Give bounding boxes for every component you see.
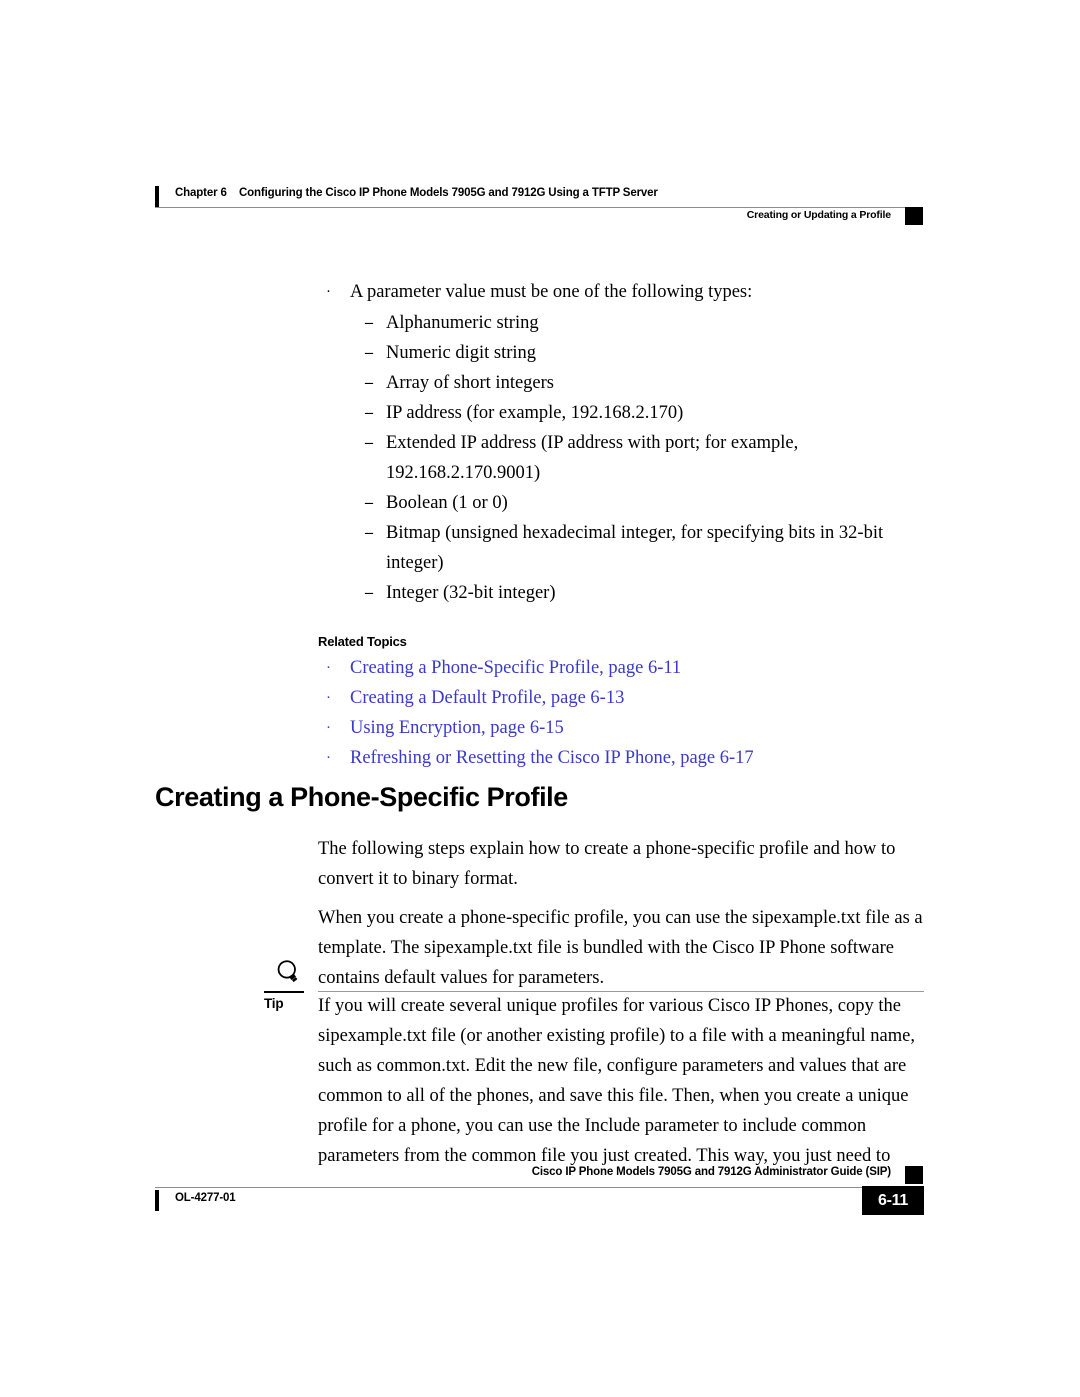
page-header: Chapter 6 Configuring the Cisco IP Phone… (155, 186, 923, 225)
lightbulb-icon (264, 958, 306, 992)
related-link-creating-default-profile[interactable]: Creating a Default Profile, page 6-13 (350, 688, 624, 708)
section-paragraph-1: The following steps explain how to creat… (318, 839, 896, 889)
list-item-text: Extended IP address (IP address with por… (386, 433, 799, 453)
list-item-text: Array of short integers (386, 373, 554, 393)
bullet-marker-icon: · (326, 660, 331, 676)
header-chapter-title: Configuring the Cisco IP Phone Models 79… (239, 187, 658, 199)
related-link-refreshing-resetting-phone[interactable]: Refreshing or Resetting the Cisco IP Pho… (350, 748, 754, 768)
dash-marker-icon: – (365, 404, 373, 421)
header-section-title: Creating or Updating a Profile (746, 209, 891, 221)
footer-document-id: OL-4277-01 (175, 1192, 236, 1204)
related-link-item[interactable]: · Refreshing or Resetting the Cisco IP P… (318, 743, 923, 773)
list-item: – Alphanumeric string (318, 308, 923, 338)
section-paragraph-2: When you create a phone-specific profile… (318, 908, 923, 988)
related-topics-heading: Related Topics (318, 634, 407, 649)
list-item-text: A parameter value must be one of the fol… (350, 282, 753, 302)
related-link-item[interactable]: · Creating a Default Profile, page 6-13 (318, 683, 923, 713)
list-item-text: Integer (32-bit integer) (386, 583, 556, 603)
list-item: – Integer (32-bit integer) (318, 578, 923, 608)
header-chapter-row: Chapter 6 Configuring the Cisco IP Phone… (155, 186, 923, 208)
dash-marker-icon: – (365, 314, 373, 331)
dash-marker-icon: – (365, 524, 373, 541)
dash-marker-icon: – (365, 374, 373, 391)
tip-label: Tip (264, 996, 284, 1011)
list-item: – IP address (for example, 192.168.2.170… (318, 398, 923, 428)
page-number: 6-11 (878, 1192, 908, 1209)
document-page: Chapter 6 Configuring the Cisco IP Phone… (0, 0, 1080, 1397)
related-link-item[interactable]: · Creating a Phone-Specific Profile, pag… (318, 653, 923, 683)
related-link-item[interactable]: · Using Encryption, page 6-15 (318, 713, 923, 743)
bullet-marker-icon: · (326, 284, 331, 300)
list-item: – Numeric digit string (318, 338, 923, 368)
dash-marker-icon: – (365, 434, 373, 451)
footer-divider (155, 1187, 923, 1188)
list-item: – Boolean (1 or 0) (318, 488, 923, 518)
list-item: – Bitmap (unsigned hexadecimal integer, … (318, 518, 923, 578)
header-left-accent-bar (155, 186, 159, 207)
list-item-text: Numeric digit string (386, 343, 537, 363)
list-item-text-continuation: 192.168.2.170.9001) (386, 463, 541, 483)
page-title: Creating a Phone-Specific Profile (155, 782, 568, 812)
list-item-text: Alphanumeric string (386, 313, 539, 333)
footer-left-accent-bar (155, 1190, 159, 1211)
dash-marker-icon: – (365, 584, 373, 601)
header-black-square-marker (905, 207, 923, 225)
list-item-intro: · A parameter value must be one of the f… (318, 277, 923, 307)
footer-black-square-marker (905, 1166, 923, 1184)
list-item-text: Bitmap (unsigned hexadecimal integer, fo… (386, 523, 884, 543)
main-content: · A parameter value must be one of the f… (318, 277, 923, 773)
list-item-text: Boolean (1 or 0) (386, 493, 508, 513)
header-chapter-label: Chapter 6 (175, 187, 227, 199)
tip-icon-underline (264, 991, 304, 993)
bullet-marker-icon: · (326, 690, 331, 706)
bullet-marker-icon: · (326, 720, 331, 736)
list-item: – Extended IP address (IP address with p… (318, 428, 923, 488)
list-item: – Array of short integers (318, 368, 923, 398)
tip-body-text: If you will create several unique profil… (318, 996, 915, 1166)
related-link-creating-phone-specific-profile[interactable]: Creating a Phone-Specific Profile, page … (350, 658, 681, 678)
list-item-text: IP address (for example, 192.168.2.170) (386, 403, 684, 423)
footer-guide-title: Cisco IP Phone Models 7905G and 7912G Ad… (531, 1166, 891, 1178)
bullet-marker-icon: · (326, 750, 331, 766)
related-link-using-encryption[interactable]: Using Encryption, page 6-15 (350, 718, 564, 738)
header-section-row: Creating or Updating a Profile (155, 207, 923, 228)
dash-marker-icon: – (365, 494, 373, 511)
list-item-text-continuation: integer) (386, 553, 444, 573)
dash-marker-icon: – (365, 344, 373, 361)
